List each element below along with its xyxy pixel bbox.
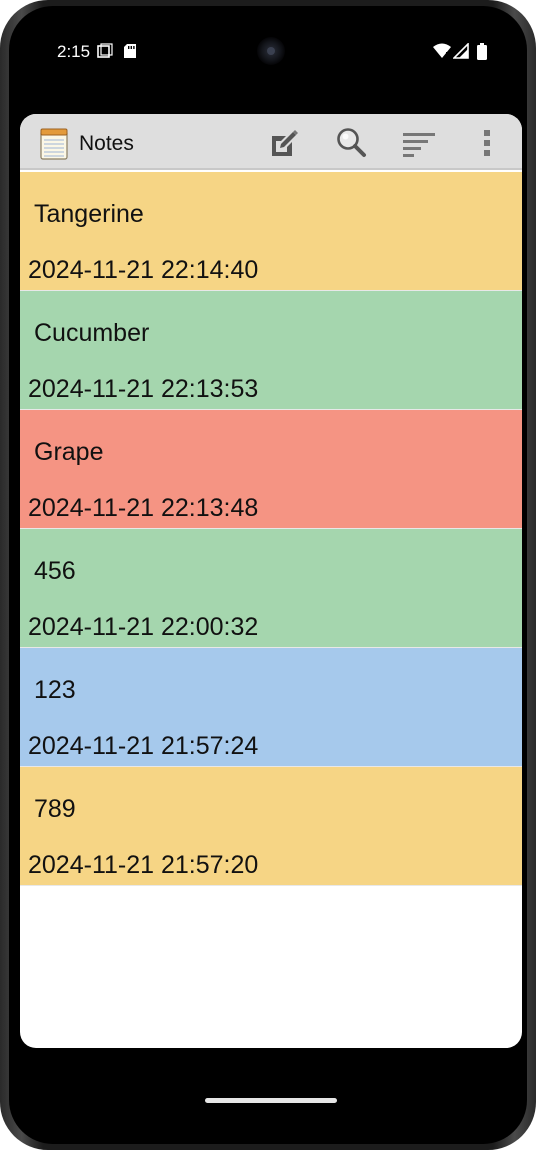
phone-screen: 2:15 Notes Tangerine 2024-11-21 22:14:40… <box>20 12 522 1114</box>
signal-icon <box>453 43 469 59</box>
note-item[interactable]: 789 2024-11-21 21:57:20 <box>20 767 522 886</box>
note-item[interactable]: 456 2024-11-21 22:00:32 <box>20 529 522 648</box>
note-title: 789 <box>34 795 76 823</box>
sd-card-icon <box>124 44 136 58</box>
overflow-menu-icon[interactable] <box>470 126 504 160</box>
screen-record-icon <box>97 43 113 58</box>
sort-icon[interactable] <box>401 126 435 160</box>
status-time: 2:15 <box>57 42 91 61</box>
app-toolbar: Notes <box>20 114 522 170</box>
note-date: 2024-11-21 22:00:32 <box>28 613 259 641</box>
system-nav-bar <box>20 1048 522 1114</box>
note-date: 2024-11-21 21:57:24 <box>28 732 259 760</box>
note-item[interactable]: Tangerine 2024-11-21 22:14:40 <box>20 172 522 291</box>
status-bar: 2:15 <box>20 12 522 92</box>
note-date: 2024-11-21 22:14:40 <box>28 256 259 284</box>
note-title: 456 <box>34 557 76 585</box>
home-gesture-handle[interactable] <box>205 1098 337 1103</box>
new-note-icon[interactable] <box>266 126 300 160</box>
note-title: 123 <box>34 676 76 704</box>
notepad-icon <box>40 128 68 160</box>
note-item[interactable]: Cucumber 2024-11-21 22:13:53 <box>20 291 522 410</box>
search-icon[interactable] <box>334 126 368 160</box>
notes-app-window: Notes Tangerine 2024-11-21 22:14:40 Cucu… <box>20 114 522 1048</box>
note-title: Cucumber <box>34 319 150 347</box>
app-title: Notes <box>79 132 134 155</box>
note-date: 2024-11-21 22:13:53 <box>28 375 259 403</box>
note-title: Tangerine <box>34 200 144 228</box>
note-date: 2024-11-21 22:13:48 <box>28 494 259 522</box>
note-title: Grape <box>34 438 104 466</box>
wifi-icon <box>433 43 451 58</box>
note-item[interactable]: Grape 2024-11-21 22:13:48 <box>20 410 522 529</box>
notes-list: Tangerine 2024-11-21 22:14:40 Cucumber 2… <box>20 172 522 886</box>
note-item[interactable]: 123 2024-11-21 21:57:24 <box>20 648 522 767</box>
note-date: 2024-11-21 21:57:20 <box>28 851 259 879</box>
battery-icon <box>477 43 487 60</box>
front-camera <box>257 37 285 65</box>
phone-frame: 2:15 Notes Tangerine 2024-11-21 22:14:40… <box>0 0 536 1150</box>
